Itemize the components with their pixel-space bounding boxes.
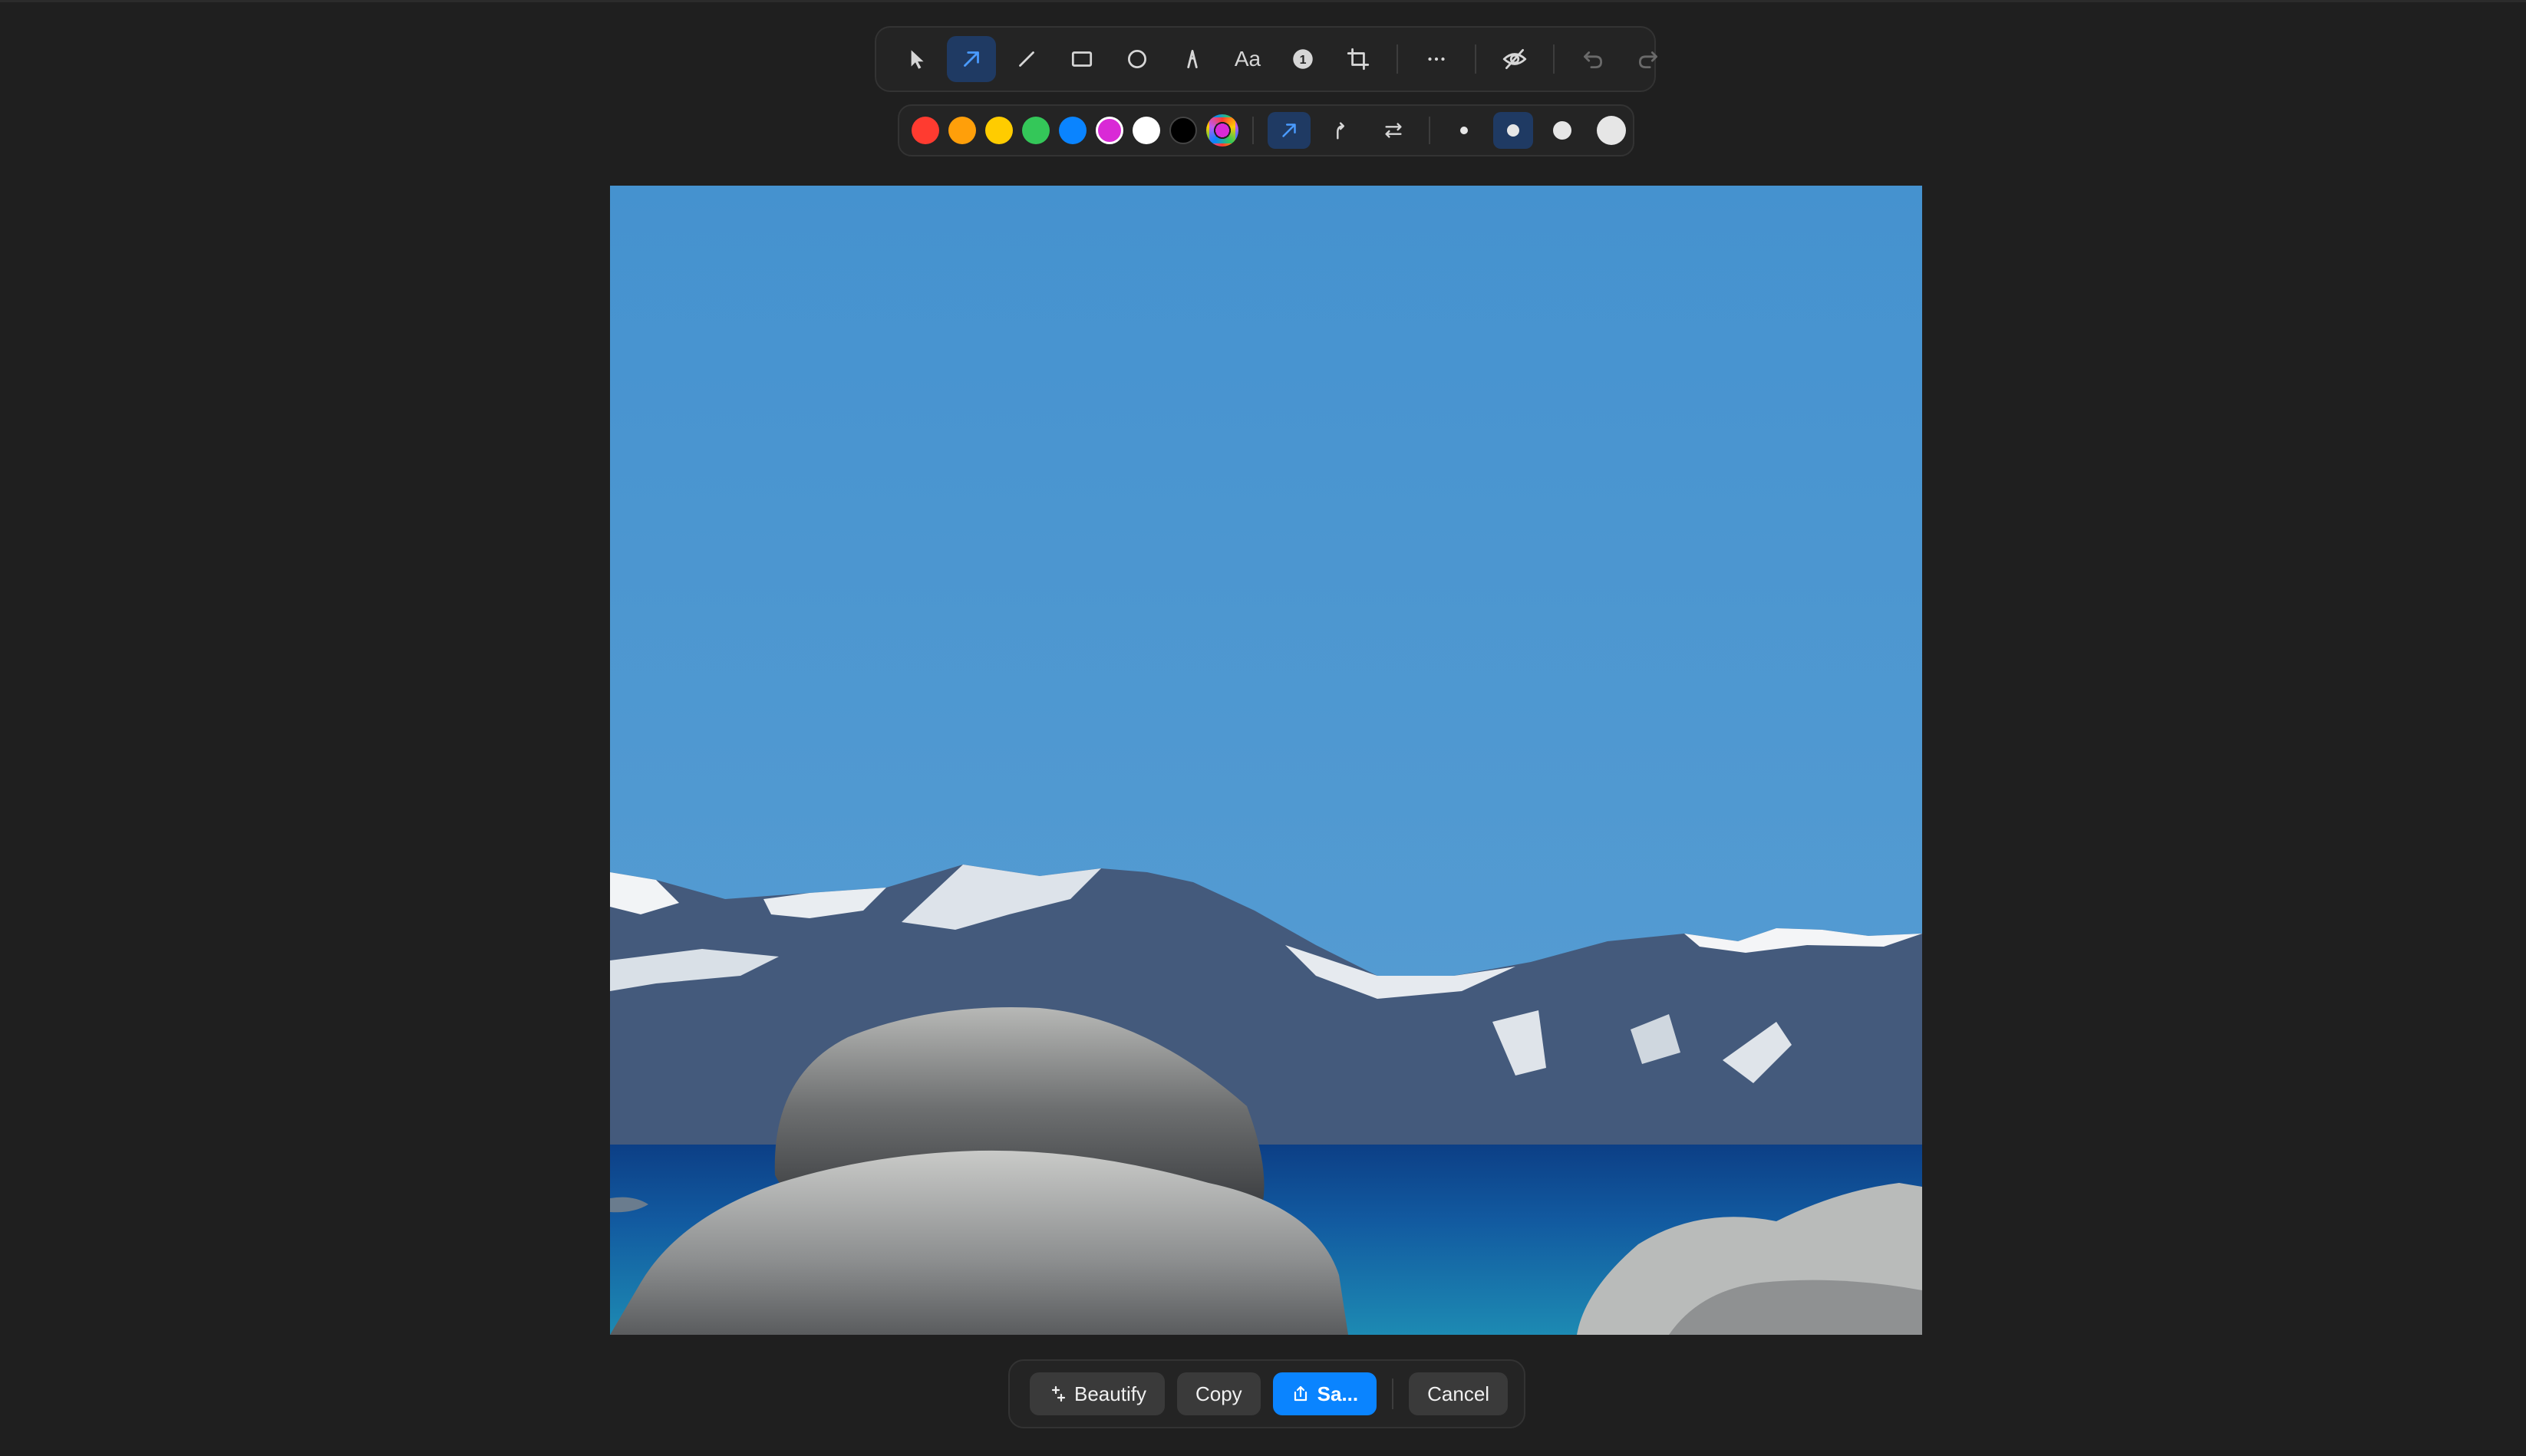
copy-label: Copy: [1195, 1382, 1242, 1405]
color-swatch-magenta[interactable]: [1096, 117, 1123, 144]
eye-slash-icon: [1502, 48, 1527, 70]
rectangle-icon: [1071, 51, 1093, 67]
beautify-label: Beautify: [1074, 1382, 1146, 1405]
color-swatch-yellow[interactable]: [985, 117, 1013, 144]
ellipse-tool-button[interactable]: [1113, 36, 1162, 82]
counter-icon: 1: [1293, 49, 1313, 69]
counter-tool-button[interactable]: 1: [1278, 36, 1327, 82]
arrow-curved-icon: [1337, 122, 1345, 140]
arrow-style-curved[interactable]: [1320, 112, 1363, 149]
save-button[interactable]: Sa...: [1272, 1372, 1377, 1415]
crop-icon: [1347, 48, 1370, 71]
save-label: Sa...: [1317, 1382, 1359, 1405]
save-icon: [1294, 1385, 1307, 1402]
text-tool-button[interactable]: Aa: [1223, 36, 1272, 82]
arrow-style-double[interactable]: [1372, 112, 1415, 149]
size-dot-icon: [1460, 127, 1468, 134]
toolbar-divider: [1397, 44, 1398, 74]
size-dot-icon: [1553, 121, 1571, 140]
lake-landscape-image: [610, 186, 1922, 1335]
counter-value: 1: [1300, 54, 1307, 67]
beautify-button[interactable]: Beautify: [1030, 1372, 1165, 1415]
arrow-icon: [964, 51, 979, 67]
toolbar-divider: [1475, 44, 1476, 74]
color-swatch-red[interactable]: [912, 117, 939, 144]
action-divider: [1392, 1379, 1394, 1409]
style-options-bar: [898, 104, 1634, 156]
color-swatch-orange[interactable]: [948, 117, 976, 144]
size-dot-icon: [1597, 116, 1626, 145]
cancel-button[interactable]: Cancel: [1409, 1372, 1509, 1415]
undo-button[interactable]: [1568, 36, 1617, 82]
color-swatch-white[interactable]: [1133, 117, 1160, 144]
stroke-size-medium[interactable]: [1493, 112, 1533, 149]
line-tool-button[interactable]: [1002, 36, 1051, 82]
redact-tool-button[interactable]: [1490, 36, 1539, 82]
toolbar-divider: [1553, 44, 1555, 74]
arrow-double-icon: [1385, 123, 1402, 138]
copy-button[interactable]: Copy: [1176, 1372, 1261, 1415]
arrow-tool-button[interactable]: [947, 36, 996, 82]
color-swatch-green[interactable]: [1022, 117, 1050, 144]
window-top-edge: [0, 0, 2526, 2]
stroke-size-xlarge[interactable]: [1591, 112, 1631, 149]
line-icon: [1019, 51, 1034, 67]
text-icon: Aa: [1234, 47, 1261, 71]
redo-button[interactable]: [1624, 36, 1673, 82]
more-tools-button[interactable]: [1412, 36, 1461, 82]
annotation-toolbar: Aa 1: [875, 26, 1658, 92]
size-dot-icon: [1507, 124, 1519, 137]
arrow-style-straight[interactable]: [1268, 112, 1311, 149]
more-icon: [1428, 57, 1445, 61]
cancel-label: Cancel: [1427, 1382, 1490, 1405]
stroke-size-small[interactable]: [1444, 112, 1484, 149]
rectangle-tool-button[interactable]: [1057, 36, 1106, 82]
color-swatch-black[interactable]: [1169, 117, 1197, 144]
sparkle-icon: [1051, 1385, 1066, 1402]
redo-icon: [1638, 51, 1658, 69]
stylebar-divider: [1429, 117, 1430, 144]
stroke-size-large[interactable]: [1542, 112, 1582, 149]
select-tool-button[interactable]: [892, 36, 941, 82]
custom-color-picker[interactable]: [1206, 114, 1238, 147]
pointer-icon: [911, 50, 924, 69]
crop-tool-button[interactable]: [1334, 36, 1383, 82]
action-bar: Beautify Copy Sa... Cancel: [1008, 1359, 1525, 1428]
undo-icon: [1583, 51, 1603, 69]
screenshot-canvas[interactable]: [610, 186, 1922, 1335]
arrow-straight-icon: [1282, 124, 1296, 137]
pen-tool-button[interactable]: [1168, 36, 1217, 82]
pen-icon: [1187, 49, 1198, 69]
ellipse-icon: [1127, 49, 1147, 69]
color-swatch-blue[interactable]: [1059, 117, 1087, 144]
stylebar-divider: [1252, 117, 1254, 144]
